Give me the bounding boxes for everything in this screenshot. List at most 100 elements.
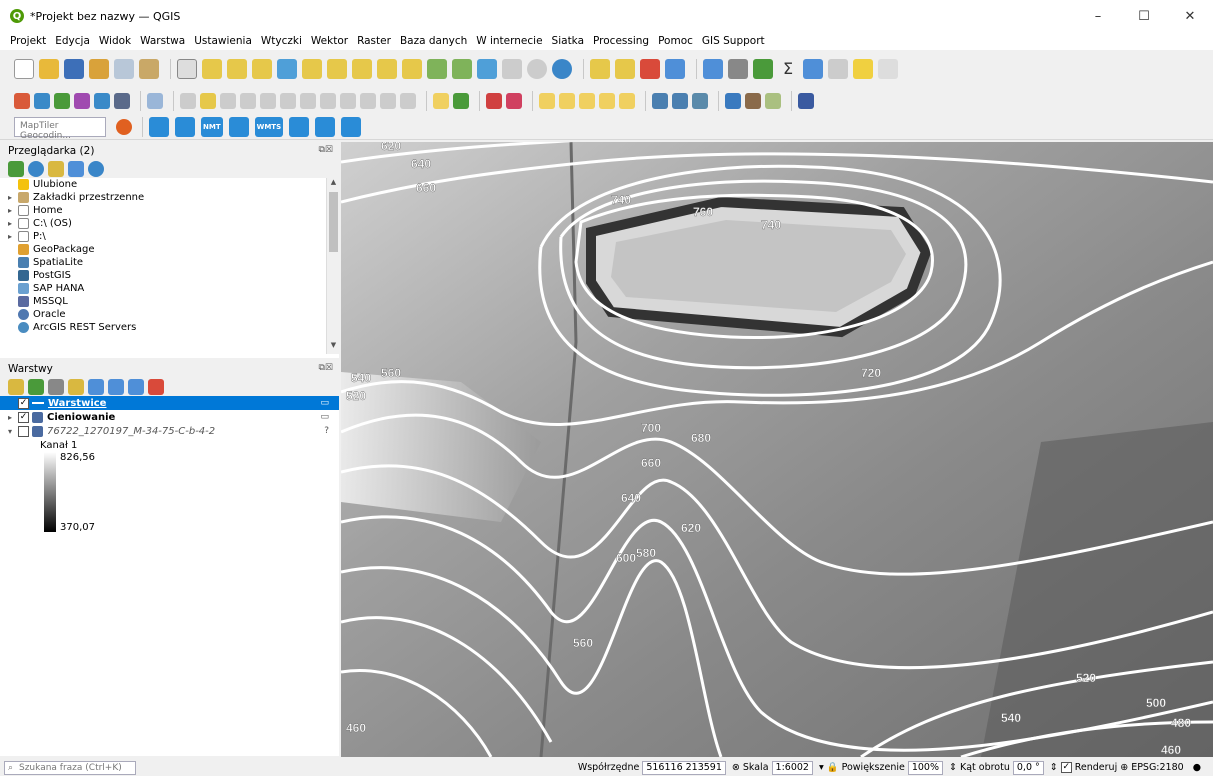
crs-globe-icon[interactable]: ⊕	[1120, 762, 1128, 773]
globe-user-icon[interactable]	[692, 93, 708, 109]
zoom-next-icon[interactable]	[402, 59, 422, 79]
new-3d-map-view-icon[interactable]	[452, 59, 472, 79]
browser-item-favorites[interactable]: Ulubione	[0, 178, 339, 191]
maximize-button[interactable]: ☐	[1121, 0, 1167, 32]
statistics-sigma-icon[interactable]: Σ	[778, 59, 798, 79]
menu-widok[interactable]: Widok	[99, 35, 131, 47]
map-canvas[interactable]: 620 640 660 740 760 740 720 540 560 520 …	[341, 142, 1213, 757]
pan-hand-icon[interactable]	[177, 59, 197, 79]
magnifier-spin-icon[interactable]: ⇕	[949, 762, 957, 773]
menu-projekt[interactable]: Projekt	[10, 35, 46, 47]
attribute-table-icon[interactable]	[728, 59, 748, 79]
globe-plugin-button[interactable]	[289, 116, 310, 137]
expand-arrow-icon[interactable]: ▸	[8, 219, 18, 228]
layer-visibility-checkbox[interactable]	[18, 425, 29, 437]
show-hide-labels-icon[interactable]	[486, 93, 502, 109]
add-raster-layer-icon[interactable]	[74, 93, 90, 109]
unknown-crs-indicator-icon[interactable]: ?	[324, 426, 329, 436]
menu-raster[interactable]: Raster	[357, 35, 391, 47]
browser-item-drive-c[interactable]: ▸ C:\ (OS)	[0, 217, 339, 230]
copy-features-icon[interactable]	[340, 93, 356, 109]
digitize-icon[interactable]	[147, 93, 163, 109]
zoom-to-selection-icon[interactable]	[302, 59, 322, 79]
layer-indicator-icon[interactable]: ▭	[320, 398, 329, 408]
scroll-down-icon[interactable]: ▼	[327, 341, 339, 354]
coin-plugin-button[interactable]	[341, 116, 362, 137]
menu-edycja[interactable]: Edycja	[55, 35, 90, 47]
lock-scale-icon[interactable]: 🔒	[827, 762, 839, 773]
georeferencer-icon[interactable]	[745, 93, 761, 109]
menu-wektor[interactable]: Wektor	[311, 35, 348, 47]
crs-button[interactable]: EPSG:2180	[1131, 762, 1184, 773]
python-console-icon[interactable]	[725, 93, 741, 109]
new-geopackage-layer-icon[interactable]	[34, 93, 50, 109]
vertex-tool-icon[interactable]	[260, 93, 276, 109]
zoom-to-layer-icon[interactable]	[327, 59, 347, 79]
scrollbar-thumb[interactable]	[329, 192, 338, 252]
style-manager-icon[interactable]	[139, 59, 159, 79]
show-bookmarks-icon[interactable]	[502, 59, 522, 79]
menu-ustawienia[interactable]: Ustawienia	[194, 35, 252, 47]
expand-arrow-icon[interactable]: ▸	[8, 232, 18, 241]
browser-item-postgis[interactable]: PostGIS	[0, 269, 339, 282]
panel-float-close-icon[interactable]: ⧉☒	[319, 145, 334, 155]
processing-toolbox-gear-icon[interactable]	[753, 59, 773, 79]
diagram-icon[interactable]	[599, 93, 615, 109]
map-tips-icon[interactable]	[828, 59, 848, 79]
globe-info-icon[interactable]	[672, 93, 688, 109]
new-map-view-icon[interactable]	[427, 59, 447, 79]
zoom-full-icon[interactable]	[277, 59, 297, 79]
expand-arrow-icon[interactable]: ▸	[8, 193, 18, 202]
undo-icon[interactable]	[380, 93, 396, 109]
render-checkbox[interactable]: ✓	[1060, 762, 1072, 773]
save-edits-icon[interactable]	[220, 93, 236, 109]
zoom-last-icon[interactable]	[377, 59, 397, 79]
zoom-out-icon[interactable]	[252, 59, 272, 79]
layers-plugin-button[interactable]	[228, 116, 249, 137]
callout-icon[interactable]	[619, 93, 635, 109]
toggle-editing-pencil-icon[interactable]	[200, 93, 216, 109]
menu-gis-support[interactable]: GIS Support	[702, 35, 765, 47]
add-feature-icon[interactable]	[240, 93, 256, 109]
refresh-icon[interactable]	[28, 161, 44, 177]
maptiler-icon[interactable]	[116, 118, 132, 135]
temporal-controller-icon[interactable]	[527, 59, 547, 79]
layer-row-raster-m34[interactable]: ▾ 76722_1270197_M-34-75-C-b-4-2 ?	[0, 424, 339, 438]
data-source-manager-icon[interactable]	[14, 93, 30, 109]
wmts-button[interactable]: WMTS	[254, 116, 284, 137]
collapse-arrow-icon[interactable]: ▾	[8, 427, 18, 436]
redo-icon[interactable]	[400, 93, 416, 109]
scroll-up-icon[interactable]: ▲	[327, 178, 339, 191]
identify-icon[interactable]	[703, 59, 723, 79]
help-icon[interactable]	[798, 93, 814, 109]
expand-all-icon[interactable]	[108, 379, 124, 395]
move-label-icon[interactable]	[539, 93, 555, 109]
label-pin-icon[interactable]	[453, 93, 469, 109]
refresh-icon[interactable]	[552, 59, 572, 79]
toggle-extents-icon[interactable]: ⊗	[732, 762, 740, 773]
menu-baza-danych[interactable]: Baza danych	[400, 35, 467, 47]
browser-item-home[interactable]: ▸ Home	[0, 204, 339, 217]
layer-visibility-checkbox[interactable]: ✓	[18, 411, 29, 423]
cut-features-icon[interactable]	[320, 93, 336, 109]
delete-selected-icon[interactable]	[300, 93, 316, 109]
browser-item-drive-p[interactable]: ▸ P:\	[0, 230, 339, 243]
rotate-label-icon[interactable]	[559, 93, 575, 109]
select-features-icon[interactable]	[615, 59, 635, 79]
filter-icon[interactable]	[48, 161, 64, 177]
new-print-layout-icon[interactable]	[89, 59, 109, 79]
add-vector-layer-icon[interactable]	[54, 93, 70, 109]
globe-search-icon[interactable]	[652, 93, 668, 109]
minimize-button[interactable]: –	[1075, 0, 1121, 32]
browser-item-mssql[interactable]: MSSQL	[0, 295, 339, 308]
close-button[interactable]: ✕	[1167, 0, 1213, 32]
nmt-button[interactable]: NMT	[201, 116, 223, 137]
browser-item-arcgis-rest[interactable]: ArcGIS REST Servers	[0, 321, 339, 334]
collapse-all-icon[interactable]	[68, 161, 84, 177]
grid-plugin-button[interactable]	[149, 116, 169, 137]
modify-attributes-icon[interactable]	[280, 93, 296, 109]
plugin-disabled-icon[interactable]	[878, 59, 898, 79]
change-label-icon[interactable]	[579, 93, 595, 109]
magnifier-field[interactable]: 100%	[907, 760, 943, 775]
layout-manager-icon[interactable]	[114, 59, 134, 79]
